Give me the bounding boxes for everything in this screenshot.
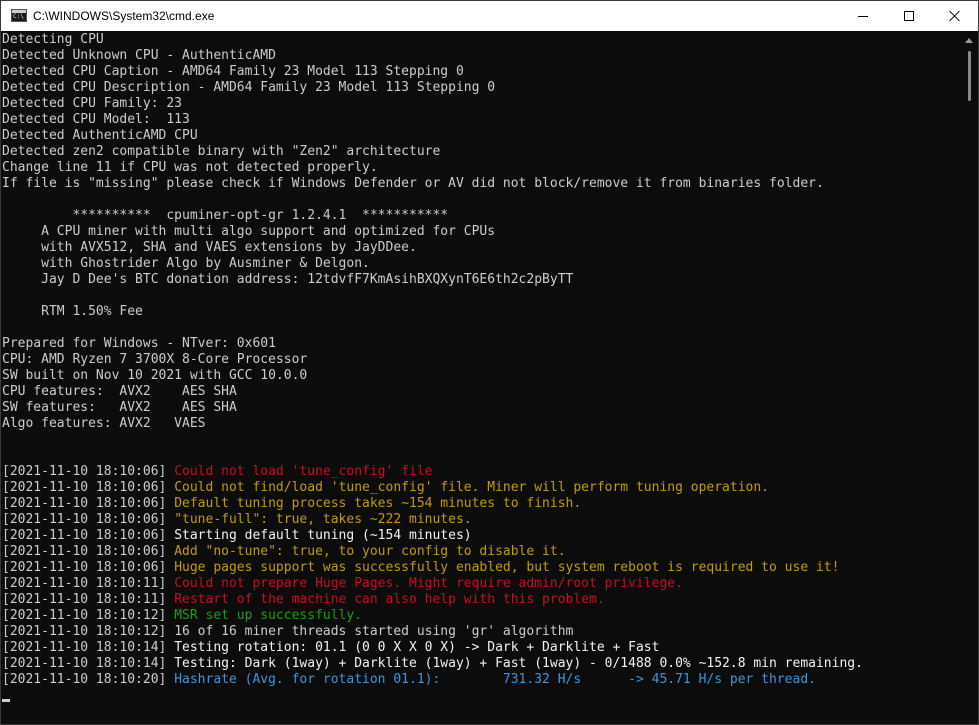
log-line: [2021-11-10 18:10:06] Huge pages support… — [2, 560, 961, 576]
console-line: Detected CPU Caption - AMD64 Family 23 M… — [2, 64, 464, 79]
text-cursor — [2, 699, 10, 702]
close-icon — [949, 10, 961, 22]
log-message: Huge pages support was successfully enab… — [174, 560, 840, 575]
log-line: [2021-11-10 18:10:20] Hashrate (Avg. for… — [2, 672, 961, 688]
log-timestamp: [2021-11-10 18:10:06] — [2, 528, 175, 543]
log-message: MSR set up successfully. — [174, 608, 363, 623]
log-timestamp: [2021-11-10 18:10:14] — [2, 656, 175, 671]
console-line: CPU: AMD Ryzen 7 3700X 8-Core Processor — [2, 352, 308, 367]
console-line: SW built on Nov 10 2021 with GCC 10.0.0 — [2, 368, 308, 383]
log-line: [2021-11-10 18:10:14] Testing: Dark (1wa… — [2, 656, 961, 672]
log-timestamp: [2021-11-10 18:10:06] — [2, 512, 175, 527]
console-line: If file is "missing" please check if Win… — [2, 176, 824, 191]
log-message: Testing: Dark (1way) + Darklite (1way) +… — [174, 656, 863, 671]
log-timestamp: [2021-11-10 18:10:06] — [2, 480, 175, 495]
cmd-icon[interactable] — [11, 9, 27, 22]
console-line: Detected CPU Description - AMD64 Family … — [2, 80, 496, 95]
console-line: Change line 11 if CPU was not detected p… — [2, 160, 378, 175]
log-timestamp: [2021-11-10 18:10:06] — [2, 544, 175, 559]
log-timestamp: [2021-11-10 18:10:06] — [2, 496, 175, 511]
log-line: [2021-11-10 18:10:06] Could not find/loa… — [2, 480, 961, 496]
maximize-icon — [904, 11, 914, 21]
console-line: Prepared for Windows - NTver: 0x601 — [2, 336, 276, 351]
console-line: Detected AuthenticAMD CPU — [2, 128, 198, 143]
window-title: C:\WINDOWS\System32\cmd.exe — [33, 9, 215, 23]
log-timestamp: [2021-11-10 18:10:11] — [2, 592, 175, 607]
scroll-up-arrow-icon[interactable] — [965, 38, 973, 43]
log-line: [2021-11-10 18:10:11] Restart of the mac… — [2, 592, 961, 608]
log-message: "tune-full": true, takes ~222 minutes. — [174, 512, 472, 527]
title-bar[interactable]: C:\WINDOWS\System32\cmd.exe — [1, 1, 978, 31]
log-line: [2021-11-10 18:10:06] Starting default t… — [2, 528, 961, 544]
console-line: Jay D Dee's BTC donation address: 12tdvf… — [2, 272, 574, 287]
log-line: [2021-11-10 18:10:12] MSR set up success… — [2, 608, 961, 624]
minimize-button[interactable] — [840, 1, 886, 31]
log-message: Could not prepare Huge Pages. Might requ… — [174, 576, 683, 591]
console-line: RTM 1.50% Fee — [2, 304, 143, 319]
console-line: Detected CPU Model: 113 — [2, 112, 190, 127]
log-timestamp: [2021-11-10 18:10:12] — [2, 608, 175, 623]
console-line: Detecting CPU — [2, 32, 104, 47]
log-message: Could not find/load 'tune_config' file. … — [174, 480, 770, 495]
log-message: 16 of 16 miner threads started using 'gr… — [174, 624, 574, 639]
console-line: ********** cpuminer-opt-gr 1.2.4.1 *****… — [2, 208, 449, 223]
log-message: Testing rotation: 01.1 (0 0 X X 0 X) -> … — [174, 640, 660, 655]
scroll-thumb[interactable] — [968, 51, 971, 101]
console-line: A CPU miner with multi algo support and … — [2, 224, 496, 239]
console-output[interactable]: Detecting CPU Detected Unknown CPU - Auth… — [2, 31, 961, 724]
log-line: [2021-11-10 18:10:12] 16 of 16 miner thr… — [2, 624, 961, 640]
log-line: [2021-11-10 18:10:06] Add "no-tune": tru… — [2, 544, 961, 560]
log-line: [2021-11-10 18:10:06] Default tuning pro… — [2, 496, 961, 512]
console-line: Algo features: AVX2 VAES — [2, 416, 206, 431]
cmd-window: C:\WINDOWS\System32\cmd.exe Detecting CP… — [0, 0, 979, 725]
log-message: Hashrate (Avg. for rotation 01.1): 731.3… — [174, 672, 816, 687]
console-line: Detected zen2 compatible binary with "Ze… — [2, 144, 441, 159]
log-message: Default tuning process takes ~154 minute… — [174, 496, 582, 511]
console-line: with AVX512, SHA and VAES extensions by … — [2, 240, 417, 255]
log-line: [2021-11-10 18:10:06] Could not load 'tu… — [2, 464, 961, 480]
log-timestamp: [2021-11-10 18:10:06] — [2, 560, 175, 575]
minimize-icon — [858, 15, 868, 17]
log-timestamp: [2021-11-10 18:10:12] — [2, 624, 175, 639]
vertical-scrollbar[interactable] — [961, 31, 978, 724]
console-line: CPU features: AVX2 AES SHA — [2, 384, 237, 399]
log-line: [2021-11-10 18:10:06] "tune-full": true,… — [2, 512, 961, 528]
close-button[interactable] — [932, 1, 978, 31]
log-message: Could not load 'tune_config' file — [174, 464, 433, 479]
console-line: Detected Unknown CPU - AuthenticAMD — [2, 48, 276, 63]
maximize-button[interactable] — [886, 1, 932, 31]
log-message: Starting default tuning (~154 minutes) — [174, 528, 472, 543]
log-message: Restart of the machine can also help wit… — [174, 592, 605, 607]
log-timestamp: [2021-11-10 18:10:14] — [2, 640, 175, 655]
log-line: [2021-11-10 18:10:11] Could not prepare … — [2, 576, 961, 592]
log-timestamp: [2021-11-10 18:10:06] — [2, 464, 175, 479]
console-line: Detected CPU Family: 23 — [2, 96, 183, 111]
log-timestamp: [2021-11-10 18:10:11] — [2, 576, 175, 591]
console-line: SW features: AVX2 AES SHA — [2, 400, 237, 415]
console-line: with Ghostrider Algo by Ausminer & Delgo… — [2, 256, 370, 271]
log-line: [2021-11-10 18:10:14] Testing rotation: … — [2, 640, 961, 656]
log-message: Add "no-tune": true, to your config to d… — [174, 544, 566, 559]
log-timestamp: [2021-11-10 18:10:20] — [2, 672, 175, 687]
